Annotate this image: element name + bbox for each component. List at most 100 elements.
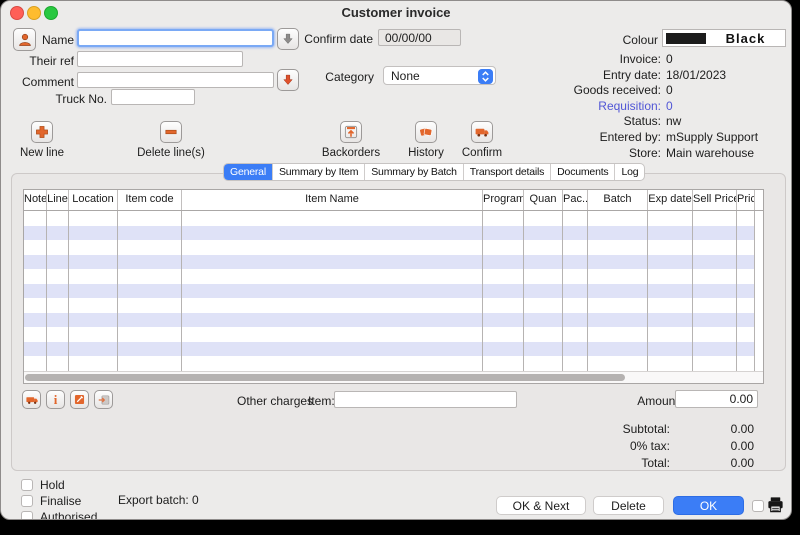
category-select[interactable]: None	[383, 66, 496, 85]
plus-icon	[34, 124, 50, 140]
print-checkbox[interactable]	[752, 500, 764, 512]
delete-lines-label: Delete line(s)	[137, 147, 205, 159]
comment-input[interactable]	[77, 72, 274, 88]
tab-general[interactable]: General	[224, 164, 273, 180]
history-button[interactable]	[415, 121, 437, 143]
export-batch-label: Export batch: 0	[118, 493, 199, 507]
table-body	[24, 211, 763, 371]
scrollbar-thumb[interactable]	[25, 373, 625, 381]
name-dropdown-button[interactable]	[277, 28, 299, 50]
horizontal-scrollbar[interactable]	[24, 370, 763, 383]
column-header-notes[interactable]: Notes	[24, 190, 47, 210]
truck-no-input[interactable]	[111, 89, 195, 105]
line-info-button[interactable]: i	[46, 390, 65, 409]
column-header-price[interactable]: Price	[737, 190, 755, 210]
table-empty-row[interactable]	[24, 341, 763, 356]
column-header-pac[interactable]: Pac...	[563, 190, 588, 210]
info-row-entered-by: Entered by: mSupply Support	[599, 129, 759, 144]
checkbox-authorised[interactable]	[21, 511, 33, 519]
tab-bar: General Summary by Item Summary by Batch Tr…	[223, 163, 646, 181]
confirm-date-label: Confirm date	[304, 32, 373, 46]
info-row-store: Store: Main warehouse	[628, 145, 755, 160]
column-header-batch[interactable]: Batch	[588, 190, 648, 210]
confirm-date-field: 00/00/00	[378, 29, 461, 46]
table-empty-row[interactable]	[24, 254, 763, 269]
their-ref-label: Their ref	[29, 54, 74, 68]
invoice-info-list: Invoice: 0 Entry date: 18/01/2023 Goods rece…	[481, 52, 759, 161]
general-tab-panel: NotesLineLocationItem codeItem NameProgr…	[11, 173, 786, 471]
info-row-invoice: Invoice: 0	[619, 52, 673, 66]
ok-and-next-button[interactable]: OK & Next	[496, 496, 586, 515]
other-charges-item-input[interactable]	[334, 391, 517, 408]
checkbox-finalise[interactable]	[21, 495, 33, 507]
info-row-entry-date: Entry date: 18/01/2023	[602, 67, 727, 82]
table-empty-row[interactable]	[24, 225, 763, 240]
total-row-total: Total: 0.00	[641, 455, 754, 470]
checkbox-hold[interactable]	[21, 479, 33, 491]
print-button[interactable]	[766, 495, 785, 517]
tab-documents[interactable]: Documents	[551, 164, 616, 180]
column-header-line[interactable]: Line	[47, 190, 69, 210]
amount-input[interactable]: 0.00	[675, 390, 758, 408]
total-row-0-tax: 0% tax: 0.00	[629, 438, 754, 453]
tab-log[interactable]: Log	[615, 164, 644, 180]
tab-summary-by-batch[interactable]: Summary by Batch	[365, 164, 464, 180]
totals-list: Subtotal: 0.00 0% tax: 0.00 Total: 0.00	[502, 421, 754, 471]
down-arrow-icon	[281, 73, 295, 87]
info-row-goods-received: Goods received: 0	[573, 83, 673, 98]
column-header-item-code[interactable]: Item code	[118, 190, 182, 210]
confirm-button[interactable]	[471, 121, 493, 143]
other-charges-label: Other charges	[237, 394, 314, 408]
customer-invoice-window: Customer invoice Name Their ref Comment …	[0, 0, 792, 520]
other-charges-item-label: Item:	[308, 394, 335, 408]
table-empty-row[interactable]	[24, 298, 763, 313]
column-header-exp-date[interactable]: Exp date	[648, 190, 693, 210]
table-empty-row[interactable]	[24, 312, 763, 327]
name-label: Name	[41, 33, 74, 47]
table-empty-row[interactable]	[24, 269, 763, 284]
history-label: History	[408, 147, 444, 159]
backorders-button[interactable]	[340, 121, 362, 143]
title-bar: Customer invoice	[1, 1, 791, 23]
amount-label: Amount:	[637, 394, 682, 408]
confirm-label: Confirm	[461, 147, 503, 159]
history-cards-icon	[418, 124, 434, 140]
table-empty-row[interactable]	[24, 211, 763, 226]
column-header-sell-price[interactable]: Sell Price	[693, 190, 737, 210]
edit-note-button[interactable]	[70, 390, 89, 409]
checkbox-row-hold: Hold	[21, 477, 97, 493]
ok-button[interactable]: OK	[673, 496, 744, 515]
column-header-location[interactable]: Location	[69, 190, 118, 210]
truck-icon	[474, 124, 490, 140]
mini-truck-icon	[25, 393, 39, 407]
import-lines-button[interactable]	[94, 390, 113, 409]
column-header-program[interactable]: Program	[483, 190, 524, 210]
tab-transport-details[interactable]: Transport details	[464, 164, 552, 180]
column-header-item-name[interactable]: Item Name	[182, 190, 483, 210]
table-empty-row[interactable]	[24, 283, 763, 298]
colour-picker[interactable]: Black	[662, 29, 786, 47]
name-input[interactable]	[77, 29, 274, 47]
truck-no-label: Truck No.	[55, 92, 107, 106]
new-line-button[interactable]	[31, 121, 53, 143]
amount-value: 0.00	[729, 392, 753, 406]
colour-name: Black	[725, 30, 766, 46]
column-header-quan[interactable]: Quan	[524, 190, 563, 210]
table-empty-row[interactable]	[24, 240, 763, 255]
comment-expand-button[interactable]	[277, 69, 299, 91]
import-box-icon	[97, 393, 111, 407]
table-empty-row[interactable]	[24, 356, 763, 371]
their-ref-input[interactable]	[77, 51, 243, 67]
table-empty-row[interactable]	[24, 327, 763, 342]
dispatch-line-button[interactable]	[22, 390, 41, 409]
delete-button[interactable]: Delete	[593, 496, 664, 515]
backorders-label: Backorders	[321, 147, 381, 159]
tab-summary-by-item[interactable]: Summary by Item	[273, 164, 366, 180]
note-edit-icon	[73, 393, 86, 406]
delete-lines-button[interactable]	[160, 121, 182, 143]
printer-icon	[766, 497, 785, 517]
checkbox-row-finalise: Finalise	[21, 493, 97, 509]
category-selected-value: None	[391, 68, 420, 83]
minus-icon	[163, 124, 179, 140]
colour-swatch	[666, 32, 706, 44]
